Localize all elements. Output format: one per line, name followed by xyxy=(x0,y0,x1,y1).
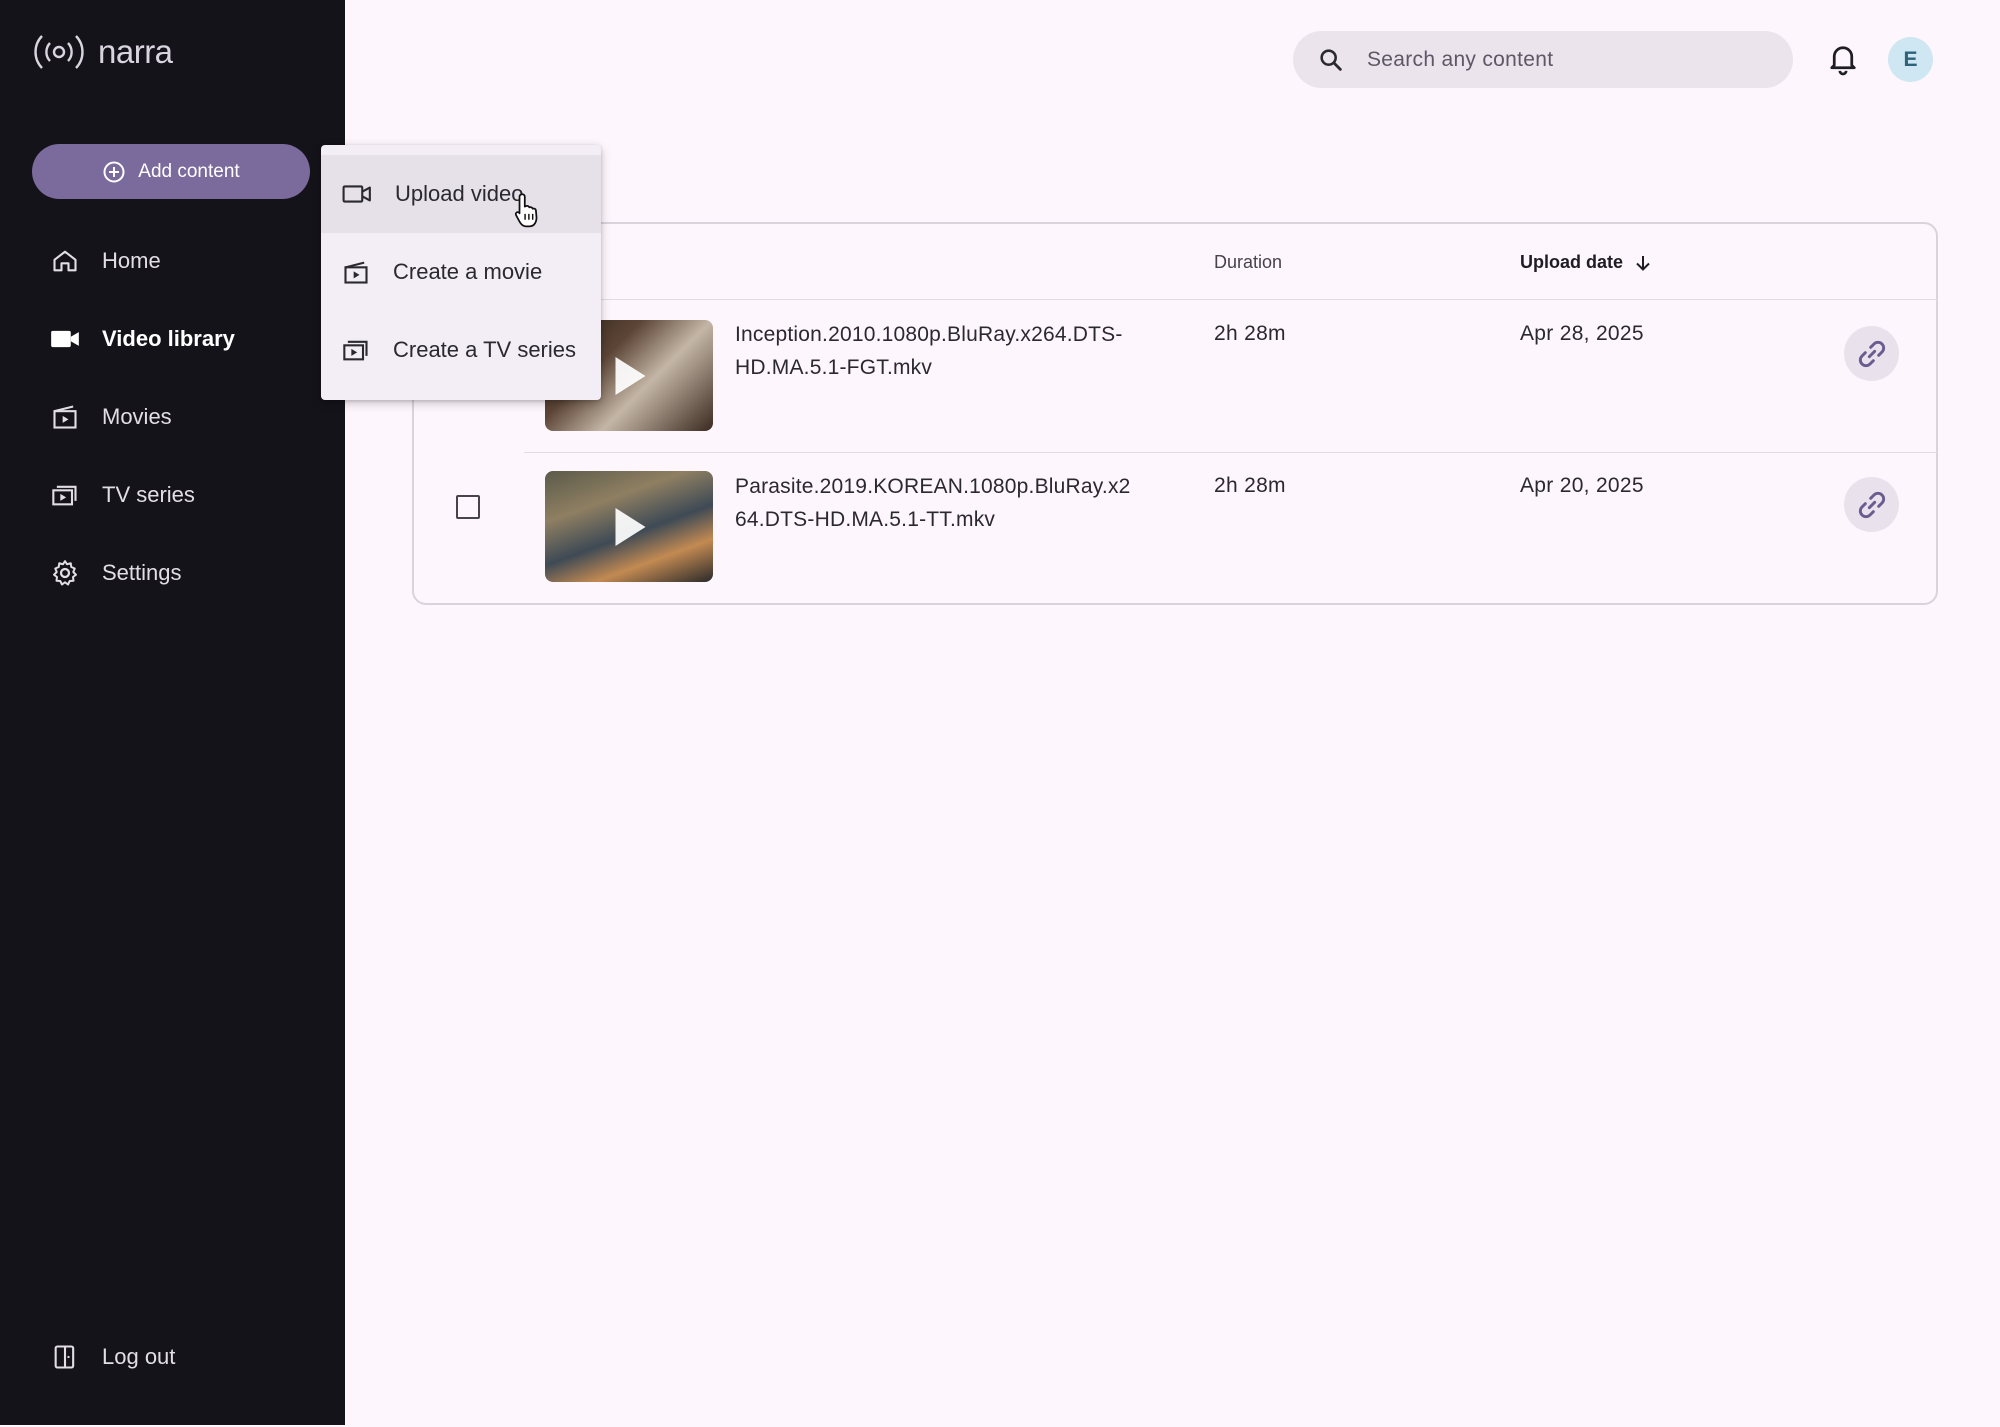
video-upload-date: Apr 28, 2025 xyxy=(1520,322,1644,345)
sidebar-item-label: Movies xyxy=(102,404,172,429)
sidebar-item-home[interactable]: Home xyxy=(50,246,161,276)
video-filename[interactable]: Parasite.2019.KOREAN.1080p.BluRay.x2 64.… xyxy=(735,470,1175,536)
sidebar-item-settings[interactable]: Settings xyxy=(50,558,182,588)
menu-item-create-movie[interactable]: Create a movie xyxy=(321,233,601,311)
filename-line: Inception.2010.1080p.BluRay.x264.DTS- xyxy=(735,323,1123,346)
movie-icon xyxy=(50,402,80,432)
menu-item-label: Create a movie xyxy=(393,259,543,284)
header-divider xyxy=(414,299,1938,300)
filename-line: 64.DTS-HD.MA.5.1-TT.mkv xyxy=(735,508,996,531)
video-table: Duration Upload date Inception.2010.1080… xyxy=(412,222,1938,605)
menu-item-label: Create a TV series xyxy=(393,337,577,362)
column-header-label: Upload date xyxy=(1520,252,1624,272)
row-divider xyxy=(524,452,1938,453)
video-duration: 2h 28m xyxy=(1214,474,1286,497)
movie-icon xyxy=(344,261,368,284)
sidebar-item-label: Settings xyxy=(102,560,182,585)
video-duration: 2h 28m xyxy=(1214,322,1286,345)
menu-item-upload-video[interactable]: Upload video xyxy=(321,155,601,233)
video-camera-icon xyxy=(50,324,80,354)
video-upload-date: Apr 20, 2025 xyxy=(1520,474,1644,497)
notifications-button[interactable] xyxy=(1828,42,1858,81)
tv-series-icon xyxy=(343,340,368,361)
copy-link-button[interactable] xyxy=(1844,477,1899,532)
avatar[interactable]: E xyxy=(1888,37,1933,82)
link-icon xyxy=(1858,340,1885,367)
filename-line: HD.MA.5.1-FGT.mkv xyxy=(735,356,933,379)
sidebar-item-label: TV series xyxy=(102,482,195,507)
play-icon xyxy=(615,356,646,395)
logout-button[interactable]: Log out xyxy=(50,1342,175,1372)
gear-icon xyxy=(50,558,80,588)
column-header-duration[interactable]: Duration xyxy=(1214,252,1282,273)
video-camera-icon xyxy=(342,185,371,203)
menu-item-create-tv-series[interactable]: Create a TV series xyxy=(321,311,601,389)
broadcast-icon xyxy=(34,35,84,69)
add-content-button[interactable]: Add content xyxy=(32,144,310,199)
sidebar-item-label: Video library xyxy=(102,326,235,351)
hand-cursor-icon xyxy=(513,192,543,235)
copy-link-button[interactable] xyxy=(1844,326,1899,381)
tv-series-icon xyxy=(50,480,80,510)
menu-item-label: Upload video xyxy=(395,181,524,206)
play-icon xyxy=(615,507,646,546)
video-thumbnail[interactable] xyxy=(545,471,713,582)
sidebar-item-movies[interactable]: Movies xyxy=(50,402,172,432)
search-input[interactable]: Search any content xyxy=(1293,31,1793,88)
home-icon xyxy=(50,246,80,276)
row-checkbox[interactable] xyxy=(456,495,480,519)
sidebar-item-video-library[interactable]: Video library xyxy=(50,324,235,354)
add-content-label: Add content xyxy=(138,160,240,182)
link-icon xyxy=(1858,491,1885,518)
search-icon xyxy=(1320,48,1342,71)
sidebar: narra Add content Home Video library Mov… xyxy=(0,0,345,1425)
arrow-down-icon xyxy=(1636,255,1650,271)
search-placeholder: Search any content xyxy=(1367,47,1554,71)
logout-icon xyxy=(50,1342,80,1372)
sidebar-item-label: Home xyxy=(102,248,161,273)
column-header-upload-date[interactable]: Upload date xyxy=(1520,252,1653,273)
video-filename[interactable]: Inception.2010.1080p.BluRay.x264.DTS- HD… xyxy=(735,318,1175,384)
bell-icon xyxy=(1830,46,1856,76)
add-circle-icon xyxy=(103,161,125,182)
filename-line: Parasite.2019.KOREAN.1080p.BluRay.x2 xyxy=(735,475,1131,498)
app-name: narra xyxy=(98,33,173,70)
add-content-menu: Upload video Create a movie Create a TV … xyxy=(321,145,601,400)
logout-label: Log out xyxy=(102,1344,176,1369)
app-logo[interactable]: narra xyxy=(30,32,173,72)
sidebar-item-tv-series[interactable]: TV series xyxy=(50,480,195,510)
